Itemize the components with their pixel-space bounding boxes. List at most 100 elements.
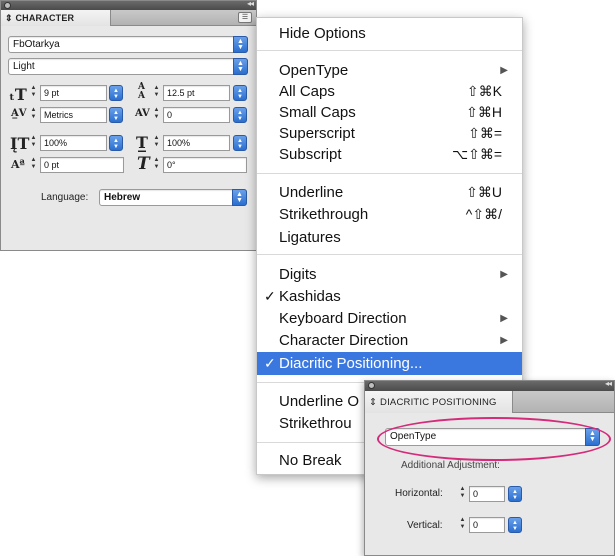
skew-stepper[interactable]: ▲ ▼ bbox=[152, 157, 161, 173]
tab-diacritic-positioning[interactable]: ⇕ DIACRITIC POSITIONING bbox=[365, 391, 513, 413]
collapse-icon[interactable]: ◂◂ bbox=[605, 379, 612, 388]
kerning-field[interactable]: Metrics bbox=[40, 107, 107, 123]
tab-arrows-icon: ⇕ bbox=[5, 13, 13, 23]
menu-item-strikethrough[interactable]: Strikethrough ^⇧⌘/ bbox=[257, 204, 522, 225]
menu-item-label: No Break bbox=[279, 452, 342, 469]
submenu-arrow-icon: ▶ bbox=[500, 313, 508, 324]
baseline-shift-icon: Aª bbox=[11, 158, 25, 171]
chevron-updown-icon: ▲ ▼ bbox=[232, 189, 247, 206]
menu-item-label: Underline O bbox=[279, 393, 360, 410]
menu-item-opentype[interactable]: OpenType ▶ bbox=[257, 60, 522, 81]
panel-menu-button[interactable]: ☰ bbox=[238, 12, 252, 23]
menu-item-label: Diacritic Positioning... bbox=[279, 355, 423, 372]
menu-separator bbox=[257, 50, 522, 51]
vertical-scale-stepper[interactable]: ▲ ▼ bbox=[29, 135, 38, 151]
kerning-stepper[interactable]: ▲ ▼ bbox=[29, 107, 38, 123]
checkmark-icon: ✓ bbox=[264, 355, 276, 371]
skew-field[interactable]: 0° bbox=[163, 157, 247, 173]
menu-item-label: Character Direction bbox=[279, 332, 409, 349]
menu-item-character-direction[interactable]: Character Direction ▶ bbox=[257, 330, 522, 351]
leading-icon: AA bbox=[138, 82, 145, 101]
menu-item-diacritic-positioning[interactable]: ✓ Diacritic Positioning... bbox=[257, 352, 522, 375]
font-size-value: 9 pt bbox=[44, 88, 60, 98]
menu-item-hide-options[interactable]: Hide Options bbox=[257, 23, 522, 44]
language-label: Language: bbox=[41, 192, 89, 203]
baseline-shift-field[interactable]: 0 pt bbox=[40, 157, 124, 173]
horizontal-stepper[interactable]: ▲ ▼ bbox=[458, 486, 467, 502]
menu-item-label: Strikethrough bbox=[279, 206, 369, 223]
menu-item-label: Small Caps bbox=[279, 104, 356, 121]
baseline-shift-stepper[interactable]: ▲ ▼ bbox=[29, 157, 38, 173]
tracking-dropdown[interactable]: ▲ ▼ bbox=[233, 107, 247, 123]
character-panel: ◂◂ ⇕ CHARACTER ☰ FbOtarkya ▲ ▼ Light ▲ ▼ ₜ… bbox=[0, 0, 257, 251]
close-icon[interactable] bbox=[368, 382, 375, 389]
tab-character[interactable]: ⇕ CHARACTER bbox=[1, 10, 111, 26]
panel-titlebar[interactable]: ◂◂ bbox=[365, 379, 614, 391]
tracking-stepper[interactable]: ▲ ▼ bbox=[152, 107, 161, 123]
panel-tab-row: ⇕ CHARACTER ☰ bbox=[1, 10, 256, 26]
font-style-select[interactable]: Light ▲ ▼ bbox=[8, 58, 248, 75]
menu-item-keyboard-direction[interactable]: Keyboard Direction ▶ bbox=[257, 308, 522, 329]
vertical-scale-dropdown[interactable]: ▲ ▼ bbox=[109, 135, 123, 151]
vertical-scale-value: 100% bbox=[44, 138, 68, 148]
menu-shortcut: ⇧⌘H bbox=[466, 104, 502, 120]
menu-item-kashidas[interactable]: ✓ Kashidas bbox=[257, 286, 522, 307]
checkmark-icon: ✓ bbox=[264, 288, 276, 304]
vertical-scale-field[interactable]: 100% bbox=[40, 135, 107, 151]
tab-diacritic-label: DIACRITIC POSITIONING bbox=[380, 397, 497, 408]
vertical-dropdown[interactable]: ▲ ▼ bbox=[508, 517, 522, 533]
vertical-stepper[interactable]: ▲ ▼ bbox=[458, 517, 467, 533]
language-select[interactable]: Hebrew ▲ ▼ bbox=[99, 189, 247, 206]
horizontal-field[interactable]: 0 bbox=[469, 486, 505, 502]
menu-item-subscript[interactable]: Subscript ⌥⇧⌘= bbox=[257, 144, 522, 165]
menu-item-label: Digits bbox=[279, 266, 317, 283]
menu-item-label: Ligatures bbox=[279, 229, 341, 246]
menu-shortcut: ⇧⌘K bbox=[466, 83, 502, 99]
menu-item-underline[interactable]: Underline ⇧⌘U bbox=[257, 182, 522, 203]
vertical-field[interactable]: 0 bbox=[469, 517, 505, 533]
leading-field[interactable]: 12.5 pt bbox=[163, 85, 230, 101]
skew-icon: T bbox=[137, 154, 150, 174]
panel-titlebar[interactable]: ◂◂ bbox=[1, 0, 256, 10]
collapse-icon[interactable]: ◂◂ bbox=[247, 0, 254, 8]
font-size-icon: ₜT bbox=[9, 85, 27, 104]
close-icon[interactable] bbox=[4, 2, 11, 9]
menu-shortcut: ⌥⇧⌘= bbox=[451, 146, 502, 162]
menu-shortcut: ⇧⌘= bbox=[468, 125, 502, 141]
menu-separator bbox=[257, 173, 522, 174]
menu-shortcut: ^⇧⌘/ bbox=[465, 206, 502, 222]
panel-tab-row: ⇕ DIACRITIC POSITIONING bbox=[365, 391, 614, 413]
font-family-value: FbOtarkya bbox=[13, 39, 60, 50]
font-size-dropdown[interactable]: ▲ ▼ bbox=[109, 85, 123, 101]
diacritic-positioning-panel: ◂◂ ⇕ DIACRITIC POSITIONING OpenType ▲ ▼ A… bbox=[364, 379, 615, 556]
menu-item-ligatures[interactable]: Ligatures bbox=[257, 227, 522, 248]
tab-character-label: CHARACTER bbox=[15, 13, 75, 23]
horizontal-scale-field[interactable]: 100% bbox=[163, 135, 230, 151]
chevron-updown-icon: ▲ ▼ bbox=[233, 58, 248, 75]
baseline-shift-value: 0 pt bbox=[44, 160, 60, 170]
menu-item-label: Hide Options bbox=[279, 25, 366, 42]
leading-stepper[interactable]: ▲ ▼ bbox=[152, 85, 161, 101]
kerning-dropdown[interactable]: ▲ ▼ bbox=[109, 107, 123, 123]
horizontal-scale-stepper[interactable]: ▲ ▼ bbox=[152, 135, 161, 151]
font-size-field[interactable]: 9 pt bbox=[40, 85, 107, 101]
menu-item-label: Superscript bbox=[279, 125, 355, 142]
leading-value: 12.5 pt bbox=[167, 88, 195, 98]
menu-item-label: Kashidas bbox=[279, 288, 341, 305]
menu-item-label: OpenType bbox=[279, 62, 349, 79]
leading-dropdown[interactable]: ▲ ▼ bbox=[233, 85, 247, 101]
tracking-field[interactable]: 0 bbox=[163, 107, 230, 123]
menu-item-superscript[interactable]: Superscript ⇧⌘= bbox=[257, 123, 522, 144]
horizontal-scale-dropdown[interactable]: ▲ ▼ bbox=[233, 135, 247, 151]
font-family-select[interactable]: FbOtarkya ▲ ▼ bbox=[8, 36, 248, 53]
tab-arrows-icon: ⇕ bbox=[369, 397, 378, 408]
font-size-stepper[interactable]: ▲ ▼ bbox=[29, 85, 38, 101]
menu-item-all-caps[interactable]: All Caps ⇧⌘K bbox=[257, 81, 522, 102]
horizontal-scale-value: 100% bbox=[167, 138, 191, 148]
horizontal-value: 0 bbox=[473, 489, 479, 499]
menu-item-small-caps[interactable]: Small Caps ⇧⌘H bbox=[257, 102, 522, 123]
menu-item-digits[interactable]: Digits ▶ bbox=[257, 264, 522, 285]
additional-adjustment-label: Additional Adjustment: bbox=[401, 460, 500, 471]
vertical-scale-icon: ĮT bbox=[10, 134, 30, 153]
horizontal-dropdown[interactable]: ▲ ▼ bbox=[508, 486, 522, 502]
